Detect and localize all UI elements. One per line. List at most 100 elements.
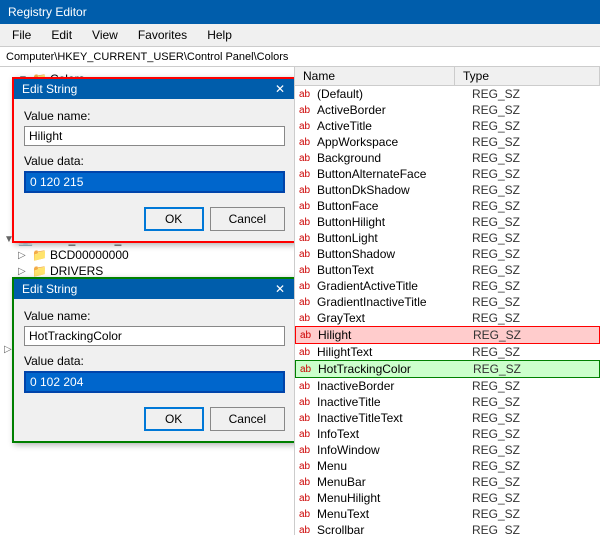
registry-row[interactable]: ab ButtonText REG_SZ [295, 262, 600, 278]
registry-row[interactable]: ab GrayText REG_SZ [295, 310, 600, 326]
dialog-green-title-label: Edit String [22, 282, 77, 296]
menu-bar: File Edit View Favorites Help [0, 24, 600, 47]
dialog-green-title-bar: Edit String ✕ [14, 279, 295, 299]
reg-type: REG_SZ [472, 443, 596, 457]
dialog-red-cancel-button[interactable]: Cancel [210, 207, 285, 231]
registry-row[interactable]: ab ButtonDkShadow REG_SZ [295, 182, 600, 198]
registry-row[interactable]: ab InfoWindow REG_SZ [295, 442, 600, 458]
reg-value-icon: ab [299, 121, 317, 132]
registry-row[interactable]: ab ButtonHilight REG_SZ [295, 214, 600, 230]
reg-type: REG_SZ [472, 199, 596, 213]
registry-row[interactable]: ab ActiveBorder REG_SZ [295, 102, 600, 118]
registry-row[interactable]: ab Menu REG_SZ [295, 458, 600, 474]
reg-name: InactiveTitleText [317, 411, 472, 425]
registry-row[interactable]: ab MenuHilight REG_SZ [295, 490, 600, 506]
reg-value-icon: ab [299, 217, 317, 228]
registry-row[interactable]: ab ButtonShadow REG_SZ [295, 246, 600, 262]
menu-help[interactable]: Help [203, 26, 236, 44]
reg-type: REG_SZ [472, 379, 596, 393]
reg-type: REG_SZ [473, 328, 595, 342]
address-path: Computer\HKEY_CURRENT_USER\Control Panel… [6, 51, 288, 63]
dialog-red: Edit String ✕ Value name: Value data: OK… [12, 77, 295, 243]
dialog-red-ok-button[interactable]: OK [144, 207, 204, 231]
reg-name: GradientInactiveTitle [317, 295, 472, 309]
dialog-red-data-label: Value data: [24, 154, 285, 168]
registry-row[interactable]: ab MenuText REG_SZ [295, 506, 600, 522]
reg-value-icon: ab [299, 347, 317, 358]
expand-arrow: ▷ [18, 266, 32, 277]
reg-value-icon: ab [299, 525, 317, 535]
address-bar: Computer\HKEY_CURRENT_USER\Control Panel… [0, 47, 600, 67]
registry-row[interactable]: ab InactiveTitle REG_SZ [295, 394, 600, 410]
reg-type: REG_SZ [472, 247, 596, 261]
tree-label: DRIVERS [50, 264, 103, 278]
registry-row[interactable]: ab Background REG_SZ [295, 150, 600, 166]
reg-type: REG_SZ [472, 119, 596, 133]
reg-name: ActiveTitle [317, 119, 472, 133]
menu-edit[interactable]: Edit [47, 26, 76, 44]
dialog-green-body: Value name: Value data: OK Cancel [14, 299, 295, 441]
menu-view[interactable]: View [88, 26, 122, 44]
reg-type: REG_SZ [473, 362, 595, 376]
reg-value-icon: ab [299, 297, 317, 308]
registry-row-hottracking[interactable]: ab HotTrackingColor REG_SZ [295, 360, 600, 378]
dialog-green-ok-button[interactable]: OK [144, 407, 204, 431]
dialog-red-close-button[interactable]: ✕ [273, 82, 287, 96]
reg-type: REG_SZ [472, 411, 596, 425]
registry-row[interactable]: ab (Default) REG_SZ [295, 86, 600, 102]
menu-favorites[interactable]: Favorites [134, 26, 191, 44]
reg-value-icon: ab [300, 330, 318, 341]
dialog-red-title-bar: Edit String ✕ [14, 79, 295, 99]
dialog-green-close-button[interactable]: ✕ [273, 282, 287, 296]
dialog-green-data-label: Value data: [24, 354, 285, 368]
registry-panel: Name Type ab (Default) REG_SZ ab ActiveB… [295, 67, 600, 535]
dialog-green-name-input[interactable] [24, 326, 285, 346]
reg-type: REG_SZ [472, 345, 596, 359]
registry-row[interactable]: ab ActiveTitle REG_SZ [295, 118, 600, 134]
reg-name: InactiveBorder [317, 379, 472, 393]
reg-value-icon: ab [299, 313, 317, 324]
reg-value-icon: ab [299, 509, 317, 520]
folder-icon: 📁 [32, 248, 47, 262]
reg-name: HotTrackingColor [318, 362, 473, 376]
registry-row[interactable]: ab InfoText REG_SZ [295, 426, 600, 442]
col-header-type: Type [455, 67, 600, 85]
dialog-red-name-input[interactable] [24, 126, 285, 146]
registry-row[interactable]: ab InactiveTitleText REG_SZ [295, 410, 600, 426]
tree-panel: ▼ 📁 Colors ▷ 📁 Cursors ▷ 📁 Environment ▷… [0, 67, 295, 535]
reg-name: ButtonLight [317, 231, 472, 245]
tree-item-bcd[interactable]: ▷ 📁 BCD00000000 [0, 247, 294, 263]
reg-name: InfoWindow [317, 443, 472, 457]
reg-value-icon: ab [299, 493, 317, 504]
reg-type: REG_SZ [472, 231, 596, 245]
reg-value-icon: ab [299, 461, 317, 472]
reg-type: REG_SZ [472, 427, 596, 441]
folder-icon: 📁 [32, 264, 47, 278]
registry-row[interactable]: ab ButtonFace REG_SZ [295, 198, 600, 214]
reg-value-icon: ab [299, 249, 317, 260]
reg-name: MenuBar [317, 475, 472, 489]
registry-row[interactable]: ab ButtonAlternateFace REG_SZ [295, 166, 600, 182]
dialog-red-data-input[interactable] [24, 171, 285, 193]
registry-row[interactable]: ab GradientActiveTitle REG_SZ [295, 278, 600, 294]
reg-value-icon: ab [299, 281, 317, 292]
dialog-green-data-input[interactable] [24, 371, 285, 393]
reg-type: REG_SZ [472, 475, 596, 489]
registry-row[interactable]: ab MenuBar REG_SZ [295, 474, 600, 490]
reg-value-icon: ab [299, 169, 317, 180]
registry-row[interactable]: ab InactiveBorder REG_SZ [295, 378, 600, 394]
reg-value-icon: ab [299, 89, 317, 100]
reg-type: REG_SZ [472, 103, 596, 117]
reg-type: REG_SZ [472, 183, 596, 197]
registry-row[interactable]: ab ButtonLight REG_SZ [295, 230, 600, 246]
registry-row[interactable]: ab AppWorkspace REG_SZ [295, 134, 600, 150]
registry-row[interactable]: ab GradientInactiveTitle REG_SZ [295, 294, 600, 310]
menu-file[interactable]: File [8, 26, 35, 44]
dialog-green-cancel-button[interactable]: Cancel [210, 407, 285, 431]
registry-row[interactable]: ab HilightText REG_SZ [295, 344, 600, 360]
registry-row[interactable]: ab Scrollbar REG_SZ [295, 522, 600, 535]
reg-type: REG_SZ [472, 151, 596, 165]
title-bar-label: Registry Editor [8, 5, 87, 19]
reg-name: InfoText [317, 427, 472, 441]
registry-row-hilight[interactable]: ab Hilight REG_SZ [295, 326, 600, 344]
